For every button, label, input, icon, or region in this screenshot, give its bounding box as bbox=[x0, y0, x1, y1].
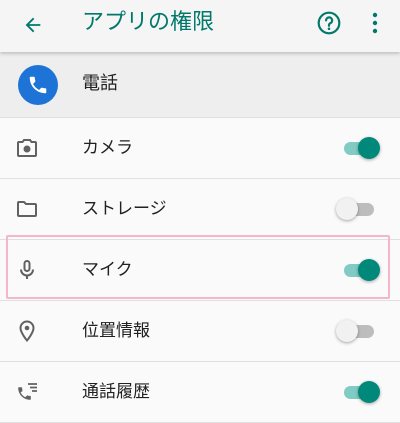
call-log-toggle[interactable] bbox=[342, 381, 380, 403]
app-icon bbox=[18, 65, 58, 105]
permission-label: カメラ bbox=[82, 138, 133, 158]
permission-row-location[interactable]: 位置情報 bbox=[0, 301, 400, 362]
location-icon bbox=[19, 320, 35, 343]
microphone-icon bbox=[20, 260, 34, 279]
app-name: 電話 bbox=[82, 73, 118, 94]
permission-label: 通話履歴 bbox=[82, 382, 150, 402]
location-toggle[interactable] bbox=[336, 320, 380, 342]
arrow-back-icon bbox=[25, 17, 41, 33]
permission-label: 位置情報 bbox=[82, 321, 150, 341]
camera-toggle[interactable] bbox=[342, 137, 380, 159]
permission-row-storage[interactable]: ストレージ bbox=[0, 179, 400, 240]
more-vert-icon bbox=[372, 12, 378, 34]
permission-label: マイク bbox=[82, 260, 133, 280]
permission-row-camera[interactable]: カメラ bbox=[0, 118, 400, 179]
microphone-toggle[interactable] bbox=[342, 259, 380, 281]
app-bar: アプリの権限 bbox=[0, 0, 400, 52]
folder-icon bbox=[17, 201, 37, 217]
more-options-button[interactable] bbox=[362, 8, 388, 38]
help-circle-icon bbox=[317, 11, 341, 35]
permission-row-microphone[interactable]: マイク bbox=[0, 240, 400, 301]
app-header: 電話 bbox=[0, 52, 400, 118]
camera-icon bbox=[17, 139, 37, 157]
storage-toggle[interactable] bbox=[336, 198, 380, 220]
permission-row-call-log[interactable]: 通話履歴 bbox=[0, 362, 400, 423]
back-button[interactable] bbox=[18, 10, 48, 40]
page-title: アプリの権限 bbox=[82, 10, 215, 35]
phone-icon bbox=[29, 76, 47, 94]
permission-label: ストレージ bbox=[82, 199, 167, 219]
help-button[interactable] bbox=[314, 8, 344, 38]
call-log-icon bbox=[18, 383, 37, 400]
